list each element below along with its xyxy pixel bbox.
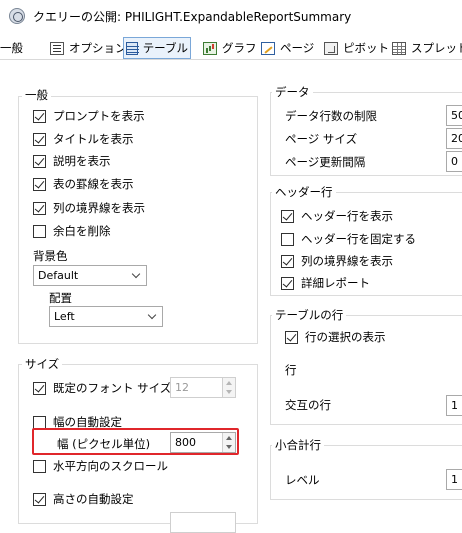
show-row-selection-checkbox[interactable] [285,330,298,344]
window-title: クエリーの公開: PHILIGHT.ExpandableReportSummar… [33,9,352,24]
row-limit-label: データ行数の制限 [285,109,377,123]
table-icon [126,41,139,55]
show-header-row-option[interactable]: ヘッダー行を表示 [281,208,393,224]
alternate-row-label: 交互の行 [285,398,331,412]
header-column-borders-option[interactable]: 列の境界線を表示 [281,253,393,269]
freeze-header-row-checkbox[interactable] [281,232,294,246]
stepper-buttons[interactable] [222,378,235,397]
general-legend: 一般 [22,87,51,103]
background-color-label: 背景色 [33,249,68,263]
alternate-row-input[interactable]: 1 [446,395,462,416]
pivot-icon [324,41,338,55]
horizontal-scroll-option[interactable]: 水平方向のスクロール [33,458,168,474]
app-icon [9,8,25,24]
default-font-size-option[interactable]: 既定のフォント サイズ [33,380,171,396]
tab-page[interactable]: ページ [259,37,316,59]
remove-margin-option[interactable]: 余白を削除 [33,223,111,239]
level-input[interactable]: 1 [446,469,462,490]
show-title-checkbox[interactable] [33,132,46,146]
width-label: 幅 (ピクセル単位) [57,437,151,451]
page-size-label: ページ サイズ [285,132,358,146]
show-table-borders-checkbox[interactable] [33,177,46,191]
row-limit-input[interactable]: 500 [446,105,462,126]
alignment-label: 配置 [49,291,72,305]
font-size-stepper[interactable]: 12 [170,377,236,398]
tab-table[interactable]: テーブル [123,37,191,59]
header-row-legend: ヘッダー行 [272,184,336,200]
page-refresh-label: ページ更新間隔 [285,155,366,169]
tab-pivot[interactable]: ピボット [322,37,391,59]
page-refresh-input[interactable]: 0 [446,151,462,172]
page-icon [261,41,275,55]
subtotal-row-legend: 小合計行 [272,437,324,453]
auto-height-checkbox[interactable] [33,492,46,506]
horizontal-scroll-checkbox[interactable] [33,459,46,473]
stepper-buttons[interactable] [222,433,235,452]
tab-spreadsheet[interactable]: スプレッドシ [390,37,462,59]
chevron-down-icon [147,310,157,320]
show-title-option[interactable]: タイトルを表示 [33,131,134,147]
tab-options[interactable]: オプション [48,37,129,59]
show-prompt-option[interactable]: プロンプトを表示 [33,108,145,124]
chart-icon [203,41,217,55]
row-color-label: 行 [285,363,297,377]
title-bar: クエリーの公開: PHILIGHT.ExpandableReportSummar… [0,0,462,32]
chevron-down-icon [131,269,141,279]
show-column-borders-option[interactable]: 列の境界線を表示 [33,200,145,216]
detail-report-checkbox[interactable] [281,276,294,290]
auto-width-checkbox[interactable] [33,415,46,429]
level-label: レベル [285,473,320,487]
data-legend: データ [272,84,313,100]
show-description-option[interactable]: 説明を表示 [33,153,111,169]
size-legend: サイズ [22,356,63,372]
page-size-input[interactable]: 20 [446,128,462,149]
tab-general[interactable]: 一般 [0,37,25,59]
options-icon [50,41,64,55]
width-stepper[interactable]: 800 [170,432,236,453]
tab-chart[interactable]: グラフ [201,37,259,59]
freeze-header-row-option[interactable]: ヘッダー行を固定する [281,231,416,247]
show-description-checkbox[interactable] [33,154,46,168]
tab-bar: 一般 オプション テーブル グラフ ページ ピボット スプレッドシ [0,36,462,60]
default-font-size-checkbox[interactable] [33,381,46,395]
remove-margin-checkbox[interactable] [33,224,46,238]
spreadsheet-icon [392,41,406,55]
show-column-borders-checkbox[interactable] [33,201,46,215]
show-row-selection-option[interactable]: 行の選択の表示 [285,329,386,345]
alignment-select[interactable]: Left [49,306,163,327]
header-column-borders-checkbox[interactable] [281,254,294,268]
height-stepper[interactable] [170,512,236,533]
show-table-borders-option[interactable]: 表の罫線を表示 [33,176,134,192]
background-color-select[interactable]: Default [33,265,147,286]
show-header-row-checkbox[interactable] [281,209,294,223]
detail-report-option[interactable]: 詳細レポート [281,275,370,291]
show-prompt-checkbox[interactable] [33,109,46,123]
table-rows-legend: テーブルの行 [272,307,347,323]
auto-height-option[interactable]: 高さの自動設定 [33,491,134,507]
